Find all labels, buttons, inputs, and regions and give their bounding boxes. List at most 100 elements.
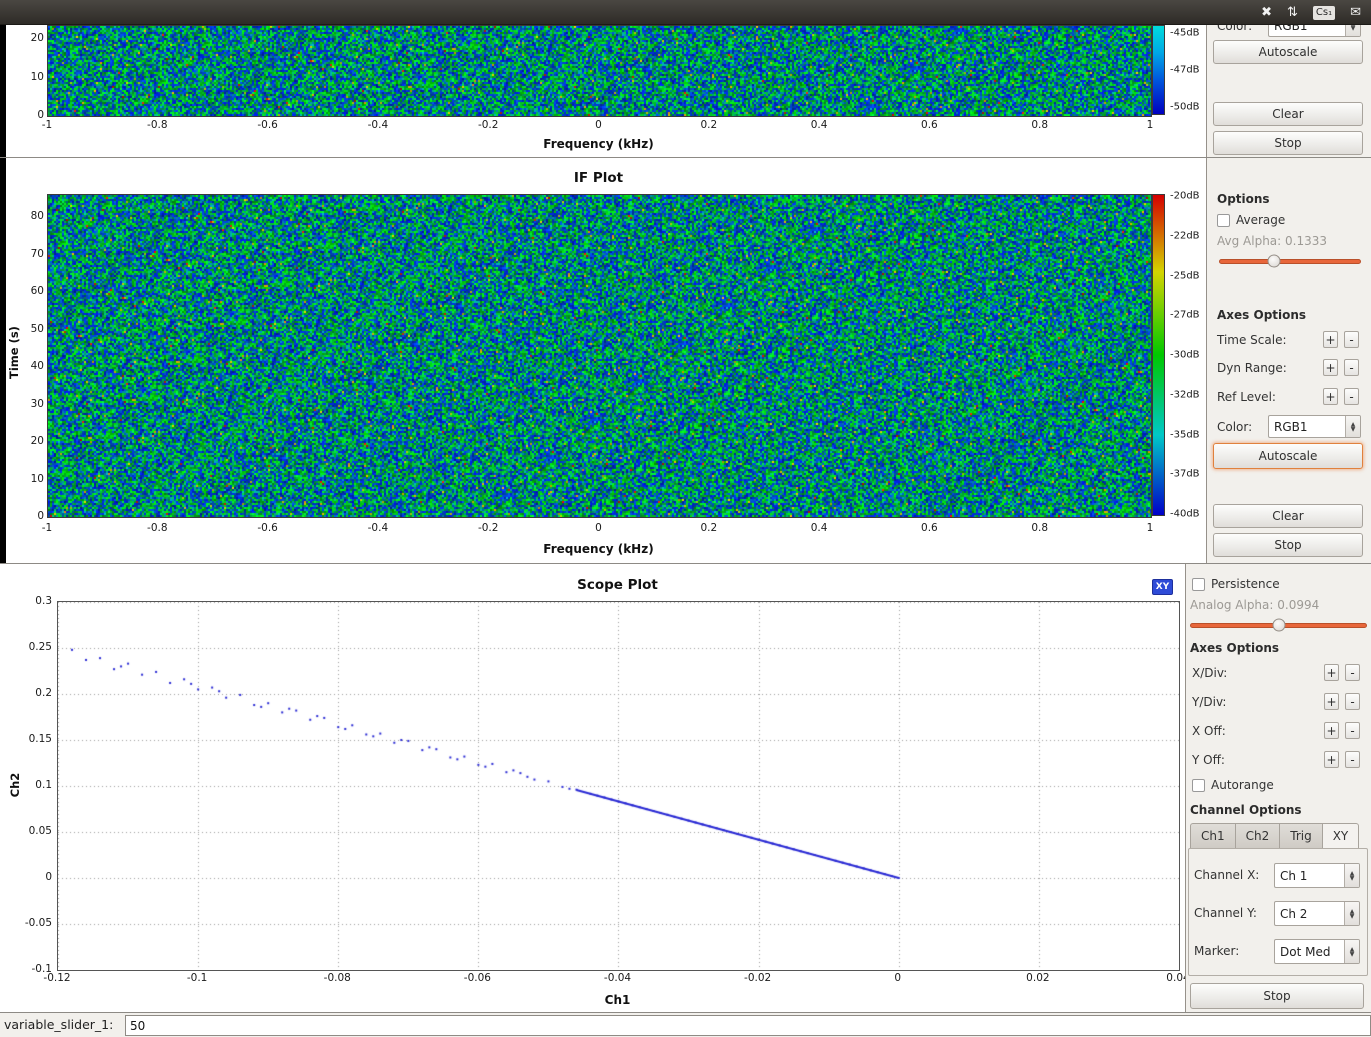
persistence-checkbox[interactable] (1192, 578, 1205, 591)
stop-button[interactable]: Stop (1213, 533, 1363, 557)
clear-button[interactable]: Clear (1213, 504, 1363, 528)
x-tick-label: 0.4 (811, 119, 828, 131)
waterfall-top-colorbar (1152, 25, 1165, 115)
marker-combobox[interactable]: Dot Med ▲▼ (1274, 939, 1360, 964)
x-tick-label: 0.4 (811, 522, 828, 534)
tab-ch2[interactable]: Ch2 (1235, 823, 1280, 849)
waterfall-top-canvas[interactable] (47, 25, 1152, 117)
colorbar-tick-label: -35dB (1170, 429, 1200, 440)
ref-level-plus-button[interactable]: + (1323, 388, 1338, 405)
window-titlebar[interactable]: ✖ ⇅ Cs₁ ✉ (0, 0, 1371, 25)
x-tick-label: -0.2 (478, 522, 499, 534)
x-off-row: X Off: + - (1186, 721, 1371, 741)
y-tick-label: 0.2 (35, 687, 52, 699)
scope-plot-title: Scope Plot (57, 577, 1178, 593)
scope-plot-region: Scope Plot XY Ch2 0.30.250.20.150.10.050… (0, 563, 1371, 1012)
x-div-minus-button[interactable]: - (1345, 664, 1360, 681)
x-tick-label: -1 (42, 119, 52, 131)
y-div-plus-button[interactable]: + (1324, 693, 1339, 710)
avg-alpha-slider[interactable] (1219, 254, 1361, 269)
combo-spinner-icon[interactable]: ▲▼ (1345, 416, 1360, 437)
tab-xy[interactable]: XY (1322, 823, 1360, 849)
color-combobox[interactable]: RGB1 ▲▼ (1268, 415, 1361, 438)
if-plot-title: IF Plot (47, 170, 1150, 186)
x-div-plus-button[interactable]: + (1324, 664, 1339, 681)
analog-alpha-slider[interactable] (1190, 618, 1367, 633)
time-scale-plus-button[interactable]: + (1323, 331, 1338, 348)
scope-sidebar: Persistence Analog Alpha: 0.0994 Axes Op… (1185, 564, 1371, 1012)
colorbar-tick-label: -22dB (1170, 230, 1200, 241)
y-div-label: Y/Div: (1192, 692, 1226, 712)
y-tick-label: 0 (37, 510, 44, 522)
if-plot-region: IF Plot Time (s) 80706050403020100 -1-0.… (0, 157, 1371, 563)
y-div-minus-button[interactable]: - (1345, 693, 1360, 710)
if-plot-canvas[interactable] (47, 194, 1152, 518)
axes-options-title: Axes Options (1190, 641, 1279, 655)
tab-ch1[interactable]: Ch1 (1190, 823, 1235, 849)
clear-button[interactable]: Clear (1213, 102, 1363, 126)
channel-y-row: Channel Y: Ch 2 ▲▼ (1186, 901, 1371, 926)
y-tick-label: 10 (31, 473, 44, 485)
y-off-label: Y Off: (1192, 750, 1225, 770)
keyboard-layout-indicator[interactable]: Cs₁ (1313, 6, 1335, 20)
autorange-checkbox[interactable] (1192, 779, 1205, 792)
variable-slider-bar: variable_slider_1: (0, 1012, 1371, 1037)
x-tick-label: 0.8 (1031, 119, 1048, 131)
scope-plot-x-axis: -0.12-0.1-0.08-0.06-0.04-0.0200.020.04 (57, 972, 1178, 985)
x-tick-label: -0.1 (187, 972, 208, 984)
if-plot-x-axis: -1-0.8-0.6-0.4-0.200.20.40.60.81 (47, 522, 1150, 535)
waterfall-top-region: 20100 -1-0.8-0.6-0.4-0.200.20.40.60.81 F… (0, 25, 1371, 157)
marker-label: Marker: (1194, 939, 1239, 964)
analog-alpha-slider-handle[interactable] (1272, 619, 1285, 632)
x-off-minus-button[interactable]: - (1345, 722, 1360, 739)
combo-spinner-icon[interactable]: ▲▼ (1344, 940, 1359, 963)
x-off-plus-button[interactable]: + (1324, 722, 1339, 739)
axes-options-title: Axes Options (1217, 308, 1306, 322)
color-combobox[interactable]: RGB1 ▲▼ (1268, 25, 1361, 37)
y-off-minus-button[interactable]: - (1345, 751, 1360, 768)
x-tick-label: 0.2 (700, 119, 717, 131)
combo-spinner-icon[interactable]: ▲▼ (1344, 864, 1359, 887)
y-tick-label: 40 (31, 360, 44, 372)
channel-tabs: Ch1Ch2TrigXY (1190, 823, 1359, 849)
x-tick-label: -0.04 (604, 972, 631, 984)
x-tick-label: -0.4 (368, 119, 389, 131)
combo-spinner-icon[interactable]: ▲▼ (1345, 25, 1360, 36)
y-off-plus-button[interactable]: + (1324, 751, 1339, 768)
ref-level-label: Ref Level: (1217, 387, 1276, 407)
average-checkbox[interactable] (1217, 214, 1230, 227)
ref-level-minus-button[interactable]: - (1344, 388, 1359, 405)
x-tick-label: -0.12 (43, 972, 70, 984)
stop-button[interactable]: Stop (1190, 983, 1364, 1009)
x-tick-label: 0.6 (921, 522, 938, 534)
network-indicator-icon[interactable]: ✖ (1261, 0, 1272, 25)
variable-slider-input[interactable] (125, 1015, 1371, 1036)
y-tick-label: 20 (31, 32, 44, 44)
autorange-checkbox-row: Autorange (1192, 777, 1274, 793)
x-tick-label: -0.08 (324, 972, 351, 984)
time-scale-minus-button[interactable]: - (1344, 331, 1359, 348)
avg-alpha-slider-handle[interactable] (1268, 255, 1281, 268)
autoscale-button[interactable]: Autoscale (1213, 40, 1363, 64)
channel-y-combobox[interactable]: Ch 2 ▲▼ (1274, 901, 1360, 926)
autoscale-button[interactable]: Autoscale (1213, 443, 1363, 469)
average-checkbox-row: Average (1217, 212, 1285, 228)
scope-plot-y-axis: 0.30.250.20.150.10.050-0.05-0.1 (20, 601, 52, 969)
left-border-strip (0, 158, 6, 563)
if-plot-y-axis: 80706050403020100 (18, 194, 44, 516)
stop-button[interactable]: Stop (1213, 131, 1363, 155)
y-tick-label: 0.3 (35, 595, 52, 607)
x-tick-label: -0.8 (147, 522, 168, 534)
channel-x-combobox[interactable]: Ch 1 ▲▼ (1274, 863, 1360, 888)
message-indicator-icon[interactable]: ✉ (1350, 0, 1361, 25)
color-label: Color: (1217, 415, 1252, 439)
dyn-range-plus-button[interactable]: + (1323, 359, 1338, 376)
combo-spinner-icon[interactable]: ▲▼ (1344, 902, 1359, 925)
sync-indicator-icon[interactable]: ⇅ (1287, 0, 1298, 25)
colorbar-tick-label: -27dB (1170, 310, 1200, 321)
scope-plot-canvas[interactable] (57, 601, 1180, 971)
tab-trig[interactable]: Trig (1279, 823, 1321, 849)
waterfall-top-colorbar-ticks: -45dB-47dB-50dB (1170, 25, 1206, 115)
average-label: Average (1236, 213, 1285, 227)
dyn-range-minus-button[interactable]: - (1344, 359, 1359, 376)
